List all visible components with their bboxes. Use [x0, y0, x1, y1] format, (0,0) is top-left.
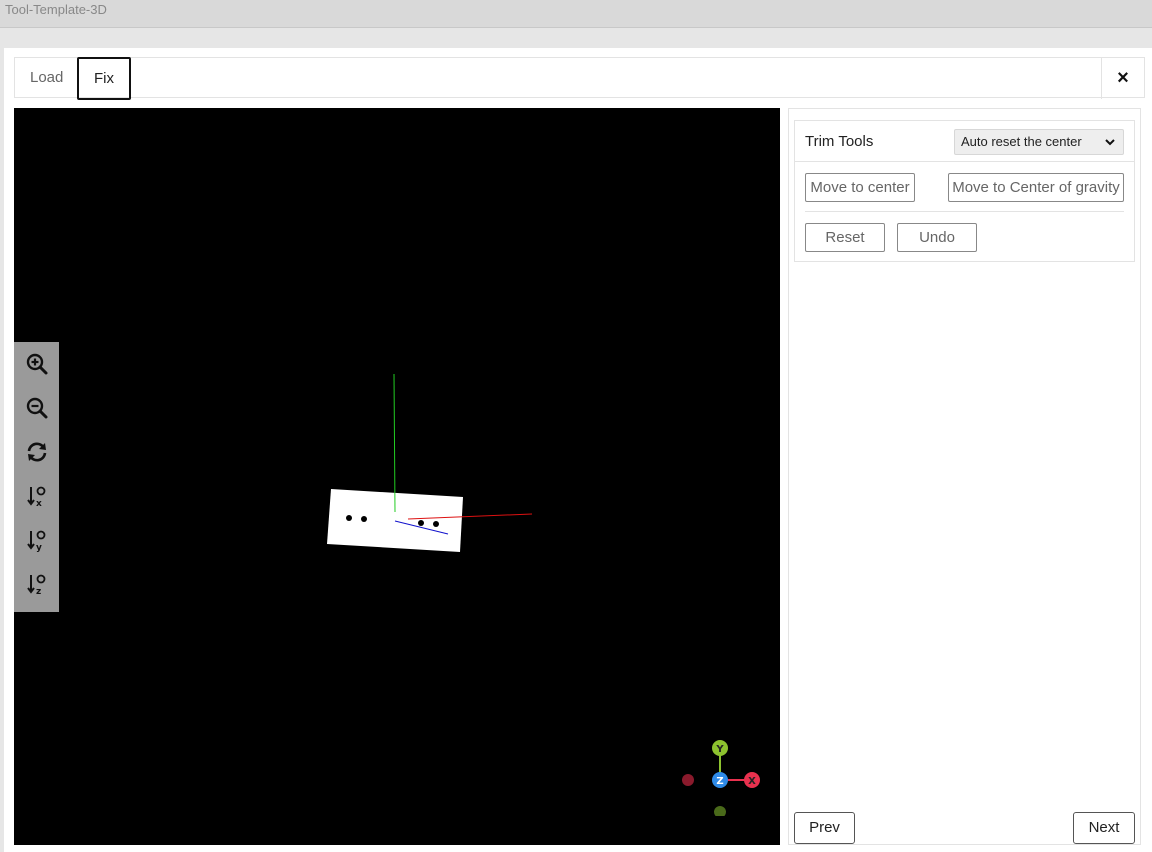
trim-tools-title: Trim Tools: [805, 133, 874, 150]
reset-button[interactable]: Reset: [805, 223, 885, 252]
close-button[interactable]: ×: [1101, 58, 1144, 99]
move-to-center-button[interactable]: Move to center: [805, 173, 915, 202]
move-to-gravity-button[interactable]: Move to Center of gravity: [948, 173, 1124, 202]
model-hole: [433, 521, 439, 527]
model-hole: [418, 520, 424, 526]
align-x-icon: x: [26, 486, 45, 508]
refresh-icon: [27, 442, 46, 462]
gizmo-y-label: Y: [715, 744, 724, 755]
3d-scene[interactable]: [14, 108, 780, 845]
refresh-button[interactable]: [14, 430, 59, 474]
model-hole: [346, 515, 352, 521]
gizmo-z-label: Z: [716, 776, 723, 787]
tab-bar: Load Fix ×: [14, 57, 1145, 100]
trim-tools-card: Trim Tools Auto reset the center Move to…: [794, 120, 1135, 262]
align-z-icon: z: [26, 574, 45, 596]
tab-fix[interactable]: Fix: [77, 57, 131, 100]
gizmo-x-label: X: [748, 776, 756, 787]
side-panel: Trim Tools Auto reset the center Move to…: [788, 108, 1141, 845]
prev-button[interactable]: Prev: [794, 812, 855, 844]
window-titlebar: Tool-Template-3D: [0, 0, 1152, 28]
undo-button[interactable]: Undo: [897, 223, 977, 252]
svg-text:x: x: [36, 499, 42, 508]
align-z-button[interactable]: z: [14, 562, 59, 606]
zoom-out-button[interactable]: [14, 386, 59, 430]
align-y-icon: y: [26, 530, 45, 552]
view-toolbar: x y z: [14, 342, 59, 612]
align-x-button[interactable]: x: [14, 474, 59, 518]
app-window: Load Fix × x y z Y X Z Trim Tools Auto r…: [4, 48, 1152, 852]
svg-text:y: y: [36, 543, 42, 552]
axis-y-line: [393, 373, 396, 513]
app-title: Tool-Template-3D: [5, 2, 107, 17]
3d-viewport[interactable]: x y z Y X Z: [14, 108, 780, 845]
tab-load[interactable]: Load: [15, 58, 78, 99]
divider: [805, 211, 1124, 212]
gizmo-neg-x[interactable]: [682, 774, 694, 786]
model-hole: [361, 516, 367, 522]
chevron-down-icon: [1105, 139, 1115, 146]
svg-text:z: z: [36, 587, 41, 596]
trim-tools-header: Trim Tools Auto reset the center: [795, 121, 1134, 162]
center-mode-select[interactable]: Auto reset the center: [954, 129, 1124, 155]
axis-gizmo[interactable]: Y X Z: [672, 736, 762, 816]
gizmo-neg-y[interactable]: [714, 806, 726, 816]
zoom-in-icon: [26, 353, 47, 375]
center-mode-value: Auto reset the center: [961, 134, 1082, 149]
zoom-out-icon: [26, 397, 47, 419]
align-y-button[interactable]: y: [14, 518, 59, 562]
zoom-in-button[interactable]: [14, 342, 59, 386]
next-button[interactable]: Next: [1073, 812, 1135, 844]
